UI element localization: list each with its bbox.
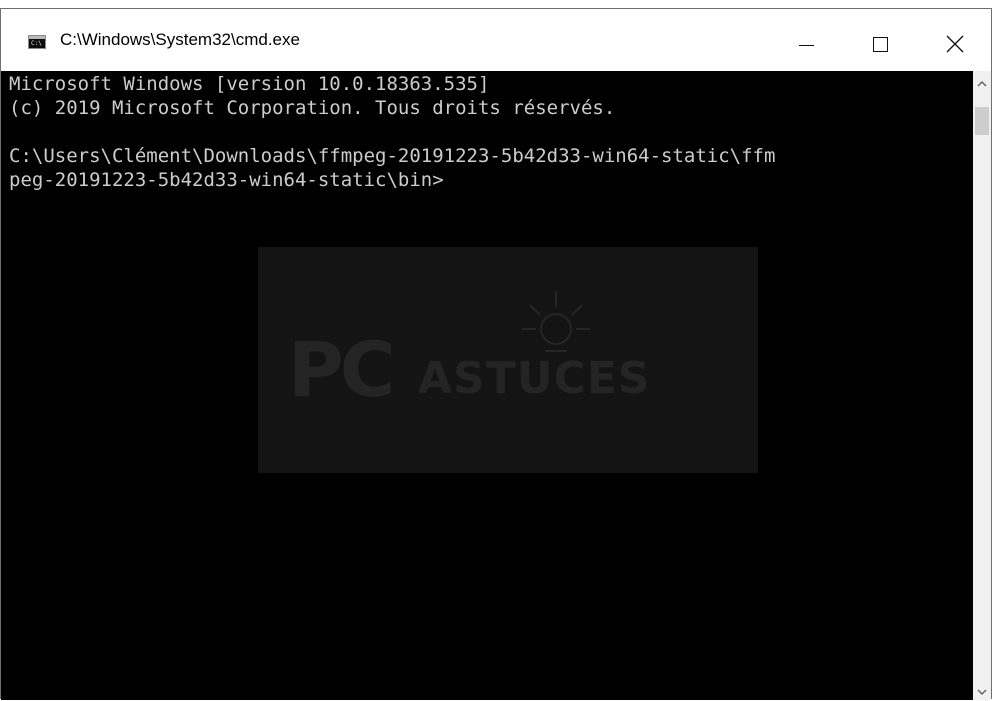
vertical-scrollbar[interactable]	[973, 71, 991, 700]
watermark-logo: PC ASTUCES	[258, 247, 758, 473]
close-button[interactable]	[918, 17, 992, 67]
scrollbar-thumb[interactable]	[975, 107, 989, 135]
maximize-icon	[873, 37, 888, 52]
console-line-prompt[interactable]: peg-20191223-5b42d33-win64-static\bin>	[9, 168, 444, 192]
console-output-area[interactable]: PC ASTUCES Microsoft Windows [version 10…	[1, 71, 973, 700]
console-line-copyright: (c) 2019 Microsoft Corporation. Tous dro…	[9, 97, 616, 119]
scroll-down-arrow-icon[interactable]	[973, 683, 991, 701]
scroll-up-arrow-icon[interactable]	[973, 75, 991, 93]
watermark-pc-text: PC	[288, 325, 396, 414]
console-line-path: C:\Users\Clément\Downloads\ffmpeg-201912…	[9, 145, 776, 167]
icon-title-strip	[29, 36, 45, 39]
minimize-button[interactable]	[770, 17, 844, 67]
watermark-astuces-text: ASTUCES	[418, 353, 651, 404]
console-line-version: Microsoft Windows [version 10.0.18363.53…	[9, 73, 490, 95]
maximize-button[interactable]	[844, 17, 918, 67]
close-icon	[946, 35, 964, 53]
title-bar[interactable]: C:\ C:\Windows\System32\cmd.exe	[1, 9, 991, 71]
cmd-window: C:\ C:\Windows\System32\cmd.exe PC ASTUC…	[0, 8, 992, 700]
command-prompt-icon[interactable]: C:\	[28, 35, 46, 49]
window-title: C:\Windows\System32\cmd.exe	[60, 30, 300, 49]
minimize-icon	[799, 45, 814, 46]
icon-prompt-glyph: C:\	[31, 40, 42, 47]
